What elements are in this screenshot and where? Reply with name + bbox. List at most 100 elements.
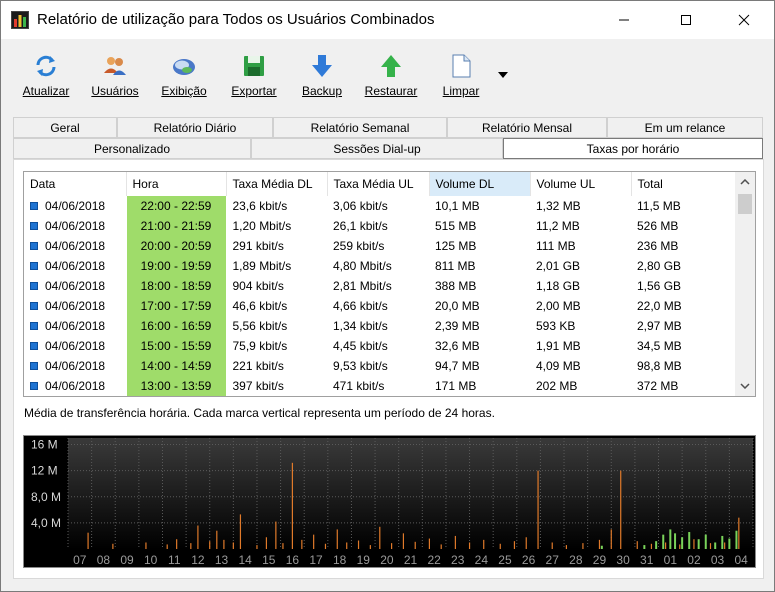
column-header-volume-ul[interactable]: Volume UL (530, 172, 632, 196)
refresh-button[interactable]: Atualizar (20, 53, 72, 101)
table-row[interactable]: 04/06/2018 15:00 - 15:59 75,9 kbit/s 4,45 k… (24, 336, 735, 356)
chart-x-tick-label: 24 (475, 553, 489, 567)
table-row[interactable]: 04/06/2018 14:00 - 14:59 221 kbit/s 9,53 kb… (24, 356, 735, 376)
column-header-taxa-media-ul[interactable]: Taxa Média UL (327, 172, 430, 196)
cell-data: 04/06/2018 (24, 336, 126, 356)
cell-volume-ul: 11,2 MB (536, 219, 580, 233)
table-row[interactable]: 04/06/2018 17:00 - 17:59 46,6 kbit/s 4,66 k… (24, 296, 735, 316)
cell-taxa-media-ul: 2,81 Mbit/s (333, 279, 392, 293)
cell-taxa-media-ul: 4,66 kbit/s (333, 299, 388, 313)
toolbar-overflow-chevron-icon[interactable] (498, 72, 508, 78)
users-icon (104, 57, 126, 75)
chart-x-tick-label: 17 (309, 553, 323, 567)
tab-sessoes-dial-up[interactable]: Sessões Dial-up (251, 138, 503, 159)
hourly-rates-table: Data Hora Taxa Média DL Taxa Média UL Vo… (23, 171, 756, 397)
view-button[interactable]: Exibição (159, 53, 209, 101)
row-marker-icon (30, 362, 38, 370)
column-header-data[interactable]: Data (24, 172, 127, 196)
export-button[interactable]: Exportar (228, 53, 280, 101)
chart-x-tick-label: 18 (333, 553, 347, 567)
users-button[interactable]: Usuários (88, 53, 142, 101)
table-row[interactable]: 04/06/2018 19:00 - 19:59 1,89 Mbit/s 4,80 M… (24, 256, 735, 276)
save-icon (244, 56, 264, 76)
chart-x-tick-label: 23 (451, 553, 465, 567)
tab-personalizado[interactable]: Personalizado (13, 138, 251, 159)
tab-strip: Geral Relatório Diário Relatório Semanal… (13, 117, 763, 160)
cell-taxa-media-dl: 75,9 kbit/s (232, 339, 288, 353)
chart-x-tick-label: 14 (238, 553, 252, 567)
tab-taxas-por-horario[interactable]: Taxas por horário (503, 138, 763, 159)
cell-volume-dl: 811 MB (435, 259, 476, 273)
refresh-icon (36, 55, 56, 77)
cell-hora: 18:00 - 18:59 (125, 276, 227, 296)
cell-data: 04/06/2018 (24, 236, 126, 256)
tab-geral[interactable]: Geral (13, 117, 117, 138)
chart-x-tick-label: 25 (498, 553, 512, 567)
scroll-thumb[interactable] (738, 194, 752, 214)
restore-button[interactable]: Restaurar (362, 53, 420, 101)
table-row[interactable]: 04/06/2018 16:00 - 16:59 5,56 kbit/s 1,34 k… (24, 316, 735, 336)
chart-y-tick-label: 4,0 M (31, 516, 61, 530)
cell-taxa-media-dl: 291 kbit/s (232, 239, 284, 253)
column-header-total[interactable]: Total (631, 172, 736, 196)
cell-taxa-media-ul: 9,53 kbit/s (333, 359, 388, 373)
maximize-button[interactable] (663, 1, 709, 39)
chevron-up-icon (740, 179, 750, 185)
column-header-taxa-media-dl[interactable]: Taxa Média DL (226, 172, 328, 196)
cell-taxa-media-ul: 1,34 kbit/s (333, 319, 388, 333)
chart-x-tick-label: 21 (404, 553, 418, 567)
chart-y-tick-label: 8,0 M (31, 490, 61, 504)
cell-volume-dl: 32,6 MB (435, 339, 480, 353)
close-button[interactable] (721, 1, 767, 39)
view-icon (173, 59, 195, 75)
cell-total: 34,5 MB (637, 339, 682, 353)
cell-total: 2,80 GB (637, 259, 682, 273)
column-header-hora[interactable]: Hora (126, 172, 227, 196)
table-row[interactable]: 04/06/2018 18:00 - 18:59 904 kbit/s 2,81 Mb… (24, 276, 735, 296)
backup-button[interactable]: Backup (301, 53, 343, 101)
scroll-up-button[interactable] (735, 172, 755, 192)
hourly-rates-panel: Data Hora Taxa Média DL Taxa Média UL Vo… (13, 159, 764, 579)
cell-total: 236 MB (637, 239, 679, 253)
chart-x-tick-label: 22 (427, 553, 441, 567)
chart-x-tick-label: 20 (380, 553, 394, 567)
cell-data: 04/06/2018 (24, 356, 126, 376)
cell-hora: 21:00 - 21:59 (125, 216, 227, 236)
cell-volume-ul: 1,32 MB (536, 199, 581, 213)
clear-button[interactable]: Limpar (440, 53, 482, 101)
table-row[interactable]: 04/06/2018 21:00 - 21:59 1,20 Mbit/s 26,1 k… (24, 216, 735, 236)
minimize-button[interactable] (601, 1, 647, 39)
row-marker-icon (30, 222, 38, 230)
cell-taxa-media-ul: 471 kbit/s (333, 379, 385, 393)
table-row[interactable]: 04/06/2018 13:00 - 13:59 397 kbit/s 471 kbi… (24, 376, 735, 396)
tab-relatorio-mensal[interactable]: Relatório Mensal (447, 117, 607, 138)
down-arrow-icon (312, 55, 332, 77)
tab-relatorio-semanal[interactable]: Relatório Semanal (273, 117, 447, 138)
chart-x-tick-label: 15 (262, 553, 276, 567)
cell-taxa-media-ul: 259 kbit/s (333, 239, 385, 253)
cell-taxa-media-dl: 1,20 Mbit/s (232, 219, 292, 233)
table-vertical-scrollbar[interactable] (735, 172, 755, 396)
row-marker-icon (30, 342, 38, 350)
chart-x-tick-label: 31 (640, 553, 654, 567)
cell-volume-ul: 1,91 MB (536, 339, 581, 353)
title-bar: Relatório de utilização para Todos os Us… (1, 1, 774, 39)
table-row[interactable]: 04/06/2018 22:00 - 22:59 23,6 kbit/s 3,06 k… (24, 196, 735, 216)
chart-x-tick-label: 01 (664, 553, 678, 567)
cell-volume-ul: 593 KB (536, 319, 576, 333)
chart-x-tick-label: 29 (593, 553, 607, 567)
cell-taxa-media-dl: 5,56 kbit/s (232, 319, 288, 333)
tab-relatorio-diario[interactable]: Relatório Diário (117, 117, 273, 138)
cell-hora: 17:00 - 17:59 (125, 296, 227, 316)
view-button-label: Exibição (161, 84, 207, 98)
table-row[interactable]: 04/06/2018 20:00 - 20:59 291 kbit/s 259 kbi… (24, 236, 735, 256)
cell-data-text: 04/06/2018 (45, 379, 106, 393)
chart-x-tick-label: 08 (97, 553, 111, 567)
tab-em-um-relance[interactable]: Em um relance (607, 117, 763, 138)
minimize-icon (619, 19, 629, 21)
cell-taxa-media-ul: 4,45 kbit/s (333, 339, 388, 353)
cell-total: 11,5 MB (637, 199, 681, 213)
column-header-volume-dl[interactable]: Volume DL (429, 172, 531, 196)
cell-volume-ul: 111 MB (536, 239, 576, 253)
scroll-down-button[interactable] (735, 376, 755, 396)
